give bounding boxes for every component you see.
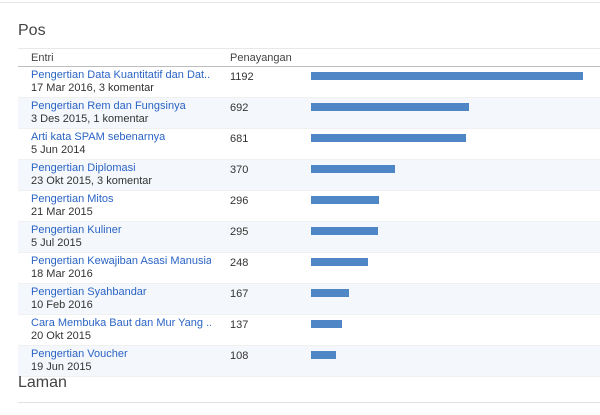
posts-stats-table: Entri Penayangan Pengertian Data Kuantit… — [18, 48, 600, 377]
post-meta: 23 Okt 2015, 3 komentar — [31, 175, 153, 187]
post-meta: 5 Jun 2014 — [31, 144, 86, 156]
table-row: Pengertian Voucher 19 Jun 2015 108 — [18, 346, 600, 377]
table-body: Pengertian Data Kuantitatif dan Dat... 17… — [18, 67, 600, 377]
post-title-link[interactable]: Pengertian Data Kuantitatif dan Dat... — [31, 69, 211, 81]
views-bar — [311, 227, 378, 235]
view-count: 1192 — [230, 71, 254, 83]
post-meta: 21 Mar 2015 — [31, 206, 93, 218]
post-title-link[interactable]: Pengertian Mitos — [31, 193, 114, 205]
pages-divider — [18, 402, 600, 403]
table-row: Pengertian Kuliner 5 Jul 2015 295 — [18, 222, 600, 253]
views-bar — [311, 165, 395, 173]
table-row: Pengertian Diplomasi 23 Okt 2015, 3 komen… — [18, 160, 600, 191]
view-count: 295 — [230, 226, 249, 238]
post-meta: 18 Mar 2016 — [31, 268, 93, 280]
view-count: 137 — [230, 319, 249, 331]
views-bar — [311, 196, 379, 204]
table-row: Cara Membuka Baut dan Mur Yang ... 20 Okt… — [18, 315, 600, 346]
post-meta: 20 Okt 2015 — [31, 330, 91, 342]
table-row: Pengertian Kewajiban Asasi Manusia 18 Mar… — [18, 253, 600, 284]
post-title-link[interactable]: Arti kata SPAM sebenarnya — [31, 131, 165, 143]
view-count: 248 — [230, 257, 249, 269]
views-bar — [311, 134, 466, 142]
post-title-link[interactable]: Pengertian Syahbandar — [31, 286, 147, 298]
table-header: Entri Penayangan — [18, 48, 600, 67]
post-meta: 17 Mar 2016, 3 komentar — [31, 82, 154, 94]
post-meta: 10 Feb 2016 — [31, 299, 93, 311]
view-count: 108 — [230, 350, 249, 362]
view-count: 692 — [230, 102, 249, 114]
column-header-entry: Entri — [31, 52, 54, 64]
table-row: Pengertian Syahbandar 10 Feb 2016 167 — [18, 284, 600, 315]
views-bar — [311, 103, 469, 111]
top-divider — [0, 2, 600, 3]
view-count: 167 — [230, 288, 249, 300]
table-row: Pengertian Data Kuantitatif dan Dat... 17… — [18, 67, 600, 98]
views-bar — [311, 289, 349, 297]
table-row: Pengertian Rem dan Fungsinya 3 Des 2015, … — [18, 98, 600, 129]
views-bar — [311, 320, 342, 328]
post-meta: 19 Jun 2015 — [31, 361, 92, 373]
view-count: 296 — [230, 195, 249, 207]
post-title-link[interactable]: Pengertian Voucher — [31, 348, 128, 360]
view-count: 681 — [230, 133, 249, 145]
table-row: Arti kata SPAM sebenarnya 5 Jun 2014 681 — [18, 129, 600, 160]
pages-section-title: Laman — [18, 374, 67, 391]
post-meta: 5 Jul 2015 — [31, 237, 82, 249]
post-title-link[interactable]: Pengertian Diplomasi — [31, 162, 136, 174]
posts-section-title: Pos — [18, 22, 46, 39]
post-title-link[interactable]: Pengertian Kuliner — [31, 224, 122, 236]
post-title-link[interactable]: Cara Membuka Baut dan Mur Yang ... — [31, 317, 211, 329]
view-count: 370 — [230, 164, 249, 176]
views-bar — [311, 258, 368, 266]
views-bar — [311, 72, 583, 80]
post-meta: 3 Des 2015, 1 komentar — [31, 113, 149, 125]
post-title-link[interactable]: Pengertian Rem dan Fungsinya — [31, 100, 186, 112]
post-title-link[interactable]: Pengertian Kewajiban Asasi Manusia — [31, 255, 211, 267]
column-header-views: Penayangan — [230, 52, 292, 64]
table-row: Pengertian Mitos 21 Mar 2015 296 — [18, 191, 600, 222]
views-bar — [311, 351, 336, 359]
